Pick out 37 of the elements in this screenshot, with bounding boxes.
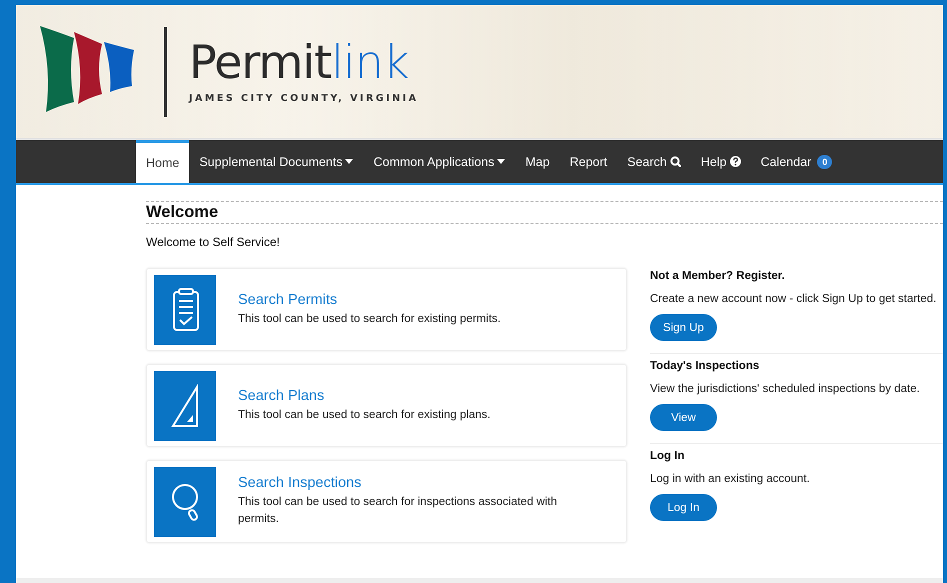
tool-card[interactable]: Search Plans This tool can be used to search for existing plans.: [146, 364, 627, 447]
section-heading: Not a Member? Register.: [650, 270, 786, 282]
nav-tab[interactable]: Home: [136, 140, 190, 183]
section-text: Create a new account now - click Sign Up to get started.: [650, 293, 938, 305]
count-badge: 0: [817, 154, 832, 168]
tool-card[interactable]: Search Inspections This tool can be used to search for inspections associated with permits.: [146, 460, 627, 543]
logo-text: link: [331, 39, 408, 85]
caret-icon: [345, 159, 354, 164]
tool-description: This tool can be used to search for existing plans.: [238, 408, 492, 422]
tool-link[interactable]: Search Permits: [238, 292, 568, 308]
caret-icon: [497, 159, 506, 164]
tool-link[interactable]: Search Plans: [238, 388, 568, 404]
action-button[interactable]: Sign Up: [650, 314, 717, 341]
welcome-text: Welcome to Self Service!: [146, 235, 281, 249]
help-icon: [730, 156, 741, 167]
action-button[interactable]: View: [650, 404, 717, 431]
nav-tab[interactable]: Calendar 0: [750, 140, 842, 183]
tool-card[interactable]: Search Permits This tool can be used to search for existing permits.: [146, 268, 627, 351]
nav-tab[interactable]: Supplemental Documents: [189, 140, 364, 183]
nav-tab[interactable]: Help: [690, 140, 751, 183]
tool-description: This tool can be used to search for existing permits.: [238, 312, 502, 326]
section-heading: Today's Inspections: [650, 360, 760, 372]
section-text: Log in with an existing account.: [650, 473, 811, 485]
search-icon: [670, 156, 681, 167]
page-heading: Welcome: [146, 201, 943, 224]
tool-link[interactable]: Search Inspections: [238, 475, 568, 491]
nav-tab[interactable]: Common Applications: [363, 140, 516, 183]
section-text: View the jurisdictions' scheduled inspections by date.: [650, 383, 921, 395]
nav-tab[interactable]: Report: [560, 140, 618, 183]
logo-text: Permit: [189, 39, 332, 85]
clipboard-check-icon: [170, 288, 200, 332]
action-button[interactable]: Log In: [650, 494, 717, 521]
nav-tab[interactable]: Map: [515, 140, 560, 183]
section-heading: Log In: [650, 450, 686, 462]
tool-description: This tool can be used to search for inspections associated with permits.: [238, 495, 558, 527]
logo-subtitle: JAMES CITY COUNTY, VIRGINIA: [189, 93, 418, 104]
nav-tab[interactable]: Search: [617, 140, 691, 183]
